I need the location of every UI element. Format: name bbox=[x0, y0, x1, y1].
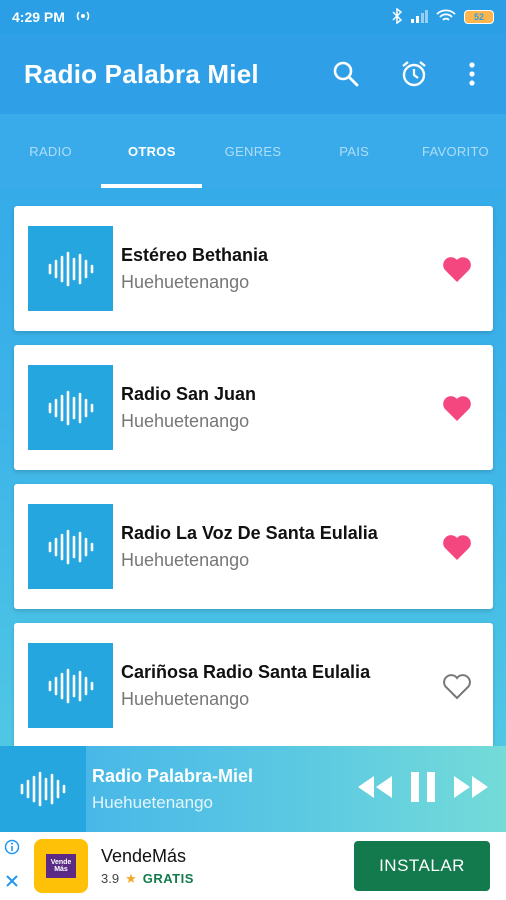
station-thumbnail bbox=[28, 504, 113, 589]
tab-favorito[interactable]: FAVORITO bbox=[405, 114, 506, 188]
status-bar: 4:29 PM 52 bbox=[0, 0, 506, 34]
soundwave-icon bbox=[20, 771, 66, 807]
broadcast-icon bbox=[75, 9, 91, 26]
heart-filled-icon[interactable] bbox=[435, 386, 479, 430]
player-thumbnail bbox=[0, 746, 86, 832]
signal-icon bbox=[410, 9, 428, 26]
soundwave-icon bbox=[48, 529, 93, 564]
heart-filled-icon[interactable] bbox=[435, 247, 479, 291]
player-subtitle: Huehuetenango bbox=[92, 792, 214, 812]
ad-title: VendeMás bbox=[101, 845, 187, 866]
station-name: Radio La Voz De Santa Eulalia bbox=[121, 522, 378, 543]
tab-radio[interactable]: RADIO bbox=[0, 114, 101, 188]
station-name: Estéreo Bethania bbox=[121, 244, 269, 265]
bluetooth-icon bbox=[392, 7, 403, 27]
close-icon[interactable] bbox=[5, 874, 19, 893]
heart-filled-icon[interactable] bbox=[435, 525, 479, 569]
now-playing-bar[interactable]: Radio Palabra-Miel Huehuetenango bbox=[0, 746, 506, 832]
player-title: Radio Palabra-Miel bbox=[92, 765, 254, 786]
tab-pais[interactable]: PAIS bbox=[304, 114, 405, 188]
station-card[interactable]: Cariñosa Radio Santa Eulalia Huehuetenan… bbox=[14, 623, 493, 746]
station-thumbnail bbox=[28, 643, 113, 728]
fast-forward-icon[interactable] bbox=[452, 774, 490, 805]
station-location: Huehuetenango bbox=[121, 549, 250, 570]
station-card[interactable]: Radio La Voz De Santa Eulalia Huehuetena… bbox=[14, 484, 493, 609]
info-icon[interactable] bbox=[4, 839, 20, 860]
wifi-icon bbox=[436, 9, 456, 26]
heart-outline-icon[interactable] bbox=[435, 664, 479, 708]
status-time: 4:29 PM bbox=[12, 9, 65, 25]
ad-logo: Vende Más bbox=[34, 839, 88, 893]
station-name: Cariñosa Radio Santa Eulalia bbox=[121, 661, 371, 682]
pause-icon[interactable] bbox=[408, 771, 438, 808]
station-location: Huehuetenango bbox=[121, 688, 250, 709]
tab-genres[interactable]: GENRES bbox=[202, 114, 303, 188]
alarm-icon[interactable] bbox=[394, 54, 434, 94]
battery-icon: 52 bbox=[464, 10, 494, 24]
ad-price: GRATIS bbox=[142, 871, 194, 886]
tab-bar: RADIO OTROS GENRES PAIS FAVORITO bbox=[0, 114, 506, 188]
star-icon: ★ bbox=[125, 870, 137, 886]
soundwave-icon bbox=[48, 251, 93, 286]
search-icon[interactable] bbox=[326, 54, 366, 94]
app-title: Radio Palabra Miel bbox=[24, 58, 259, 89]
install-button[interactable]: INSTALAR bbox=[354, 841, 490, 891]
station-location: Huehuetenango bbox=[121, 271, 250, 292]
station-card[interactable]: Radio San Juan Huehuetenango bbox=[14, 345, 493, 470]
station-name: Radio San Juan bbox=[121, 383, 257, 404]
app-bar: Radio Palabra Miel bbox=[0, 34, 506, 114]
soundwave-icon bbox=[48, 390, 93, 425]
tab-otros[interactable]: OTROS bbox=[101, 114, 203, 188]
station-card[interactable]: Estéreo Bethania Huehuetenango bbox=[14, 206, 493, 331]
station-thumbnail bbox=[28, 226, 113, 311]
station-list: Estéreo Bethania Huehuetenango Radio San… bbox=[0, 190, 506, 746]
more-options-icon[interactable] bbox=[462, 54, 482, 94]
station-thumbnail bbox=[28, 365, 113, 450]
soundwave-icon bbox=[48, 668, 93, 703]
ad-rating: 3.9 bbox=[101, 871, 120, 886]
rewind-icon[interactable] bbox=[356, 774, 394, 805]
station-location: Huehuetenango bbox=[121, 410, 250, 431]
ad-banner[interactable]: Vende Más VendeMás 3.9 ★ GRATIS INSTALAR bbox=[0, 832, 506, 900]
